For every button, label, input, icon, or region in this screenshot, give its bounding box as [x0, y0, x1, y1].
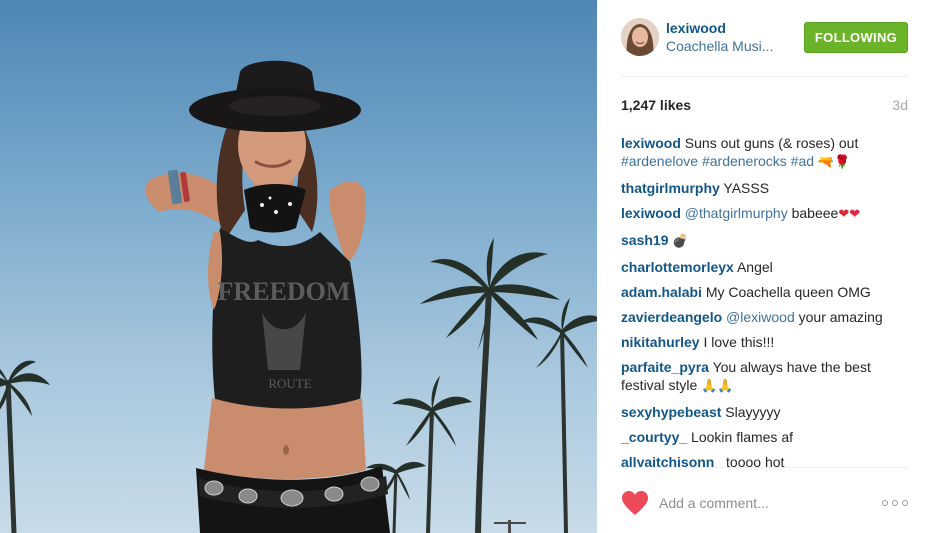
person: FREEDOM ROUTE	[145, 60, 390, 533]
post-header: lexiwood Coachella Musi... FOLLOWING	[621, 16, 908, 77]
emoji: 🙏🙏	[701, 379, 734, 394]
comment-username[interactable]: charlottemorleyx	[621, 259, 734, 275]
comment-username[interactable]: parfaite_pyra	[621, 359, 709, 375]
likes-count[interactable]: 1,247 likes	[621, 97, 691, 113]
comment-username[interactable]: allyaitchisonn_	[621, 454, 722, 467]
comment-text: babeee	[787, 205, 839, 221]
comment-item: lexiwood Suns out guns (& roses) out #ar…	[621, 134, 908, 172]
palm-tree-right-tall	[420, 238, 560, 533]
post-photo[interactable]: FREEDOM ROUTE	[0, 0, 597, 533]
more-dot	[892, 500, 898, 506]
comment-username[interactable]: adam.halabi	[621, 284, 702, 300]
post-location[interactable]: Coachella Musi...	[666, 38, 784, 54]
comment-text: Suns out guns (& roses) out	[684, 135, 859, 151]
comment-item: nikitahurley I love this!!!	[621, 333, 908, 351]
more-dot	[902, 500, 908, 506]
comment-username[interactable]: lexiwood	[621, 135, 681, 151]
more-options-icon[interactable]	[882, 496, 908, 510]
comment-item: _courtyy_ Lookin flames af	[621, 428, 908, 446]
heart-emoji: ❤❤	[838, 207, 861, 222]
following-button[interactable]: FOLLOWING	[804, 22, 908, 53]
comment-item: zavierdeangelo @lexiwood your amazing	[621, 308, 908, 326]
comment-text: your amazing	[794, 309, 883, 325]
hashtag-link[interactable]: #ardenelove	[621, 153, 698, 169]
comment-text: Lookin flames af	[691, 429, 793, 445]
comment-item: thatgirlmurphy YASSS	[621, 179, 908, 197]
post-footer	[621, 478, 908, 528]
comment-text: Angel	[736, 259, 773, 275]
comment-text: toooo hot	[726, 454, 785, 468]
comment-item: sash19 💣	[621, 231, 908, 251]
palm-tree-left	[0, 360, 50, 533]
comment-item: charlottemorleyx Angel	[621, 258, 908, 276]
avatar-image	[621, 18, 659, 56]
heart-icon[interactable]	[621, 490, 649, 516]
comments-list: lexiwood Suns out guns (& roses) out #ar…	[621, 134, 908, 468]
comment-text: YASSS	[723, 180, 770, 196]
instagram-post: FREEDOM ROUTE lexiwood Coachella Musi...…	[0, 0, 931, 533]
comment-username[interactable]: nikitahurley	[621, 334, 700, 350]
comment-item: sexyhypebeast Slayyyyy	[621, 403, 908, 421]
post-photo-illustration: FREEDOM ROUTE	[0, 60, 597, 533]
comment-username[interactable]: sexyhypebeast	[621, 404, 721, 420]
comment-text: I love this!!!	[703, 334, 775, 350]
utility-pole	[508, 520, 511, 533]
comment-username[interactable]: sash19	[621, 232, 668, 248]
comment-text: Slayyyyy	[725, 404, 781, 420]
palm-tree-right-mid	[392, 376, 472, 533]
utility-crossbar	[494, 522, 526, 524]
mention-link[interactable]: @thatgirlmurphy	[685, 205, 788, 221]
post-stats: 1,247 likes 3d	[621, 97, 908, 117]
hashtag-link[interactable]: #ad	[791, 153, 814, 169]
comment-username[interactable]: thatgirlmurphy	[621, 180, 720, 196]
shirt-print-2: ROUTE	[268, 376, 311, 391]
post-timestamp[interactable]: 3d	[892, 97, 908, 113]
avatar[interactable]	[621, 18, 659, 56]
mention-link[interactable]: @lexiwood	[726, 309, 795, 325]
comment-username[interactable]: zavierdeangelo	[621, 309, 722, 325]
comment-text: My Coachella queen OMG	[705, 284, 871, 300]
comment-item: allyaitchisonn_ toooo hot	[621, 453, 908, 468]
shirt-print: FREEDOM	[218, 277, 351, 306]
emoji: 💣	[672, 234, 689, 249]
emoji: 🔫🌹	[817, 155, 851, 170]
comment-username[interactable]: lexiwood	[621, 205, 681, 221]
more-dot	[882, 500, 888, 506]
comment-item: parfaite_pyra You always have the best f…	[621, 358, 908, 396]
comment-item: lexiwood @thatgirlmurphy babeee❤❤	[621, 204, 908, 224]
post-username[interactable]: lexiwood	[666, 20, 726, 36]
post-side-panel: lexiwood Coachella Musi... FOLLOWING 1,2…	[597, 0, 931, 533]
comment-username[interactable]: _courtyy_	[621, 429, 687, 445]
add-comment-input[interactable]	[659, 492, 869, 514]
hashtag-link[interactable]: #ardenerocks	[702, 153, 787, 169]
comment-item: adam.halabi My Coachella queen OMG	[621, 283, 908, 301]
